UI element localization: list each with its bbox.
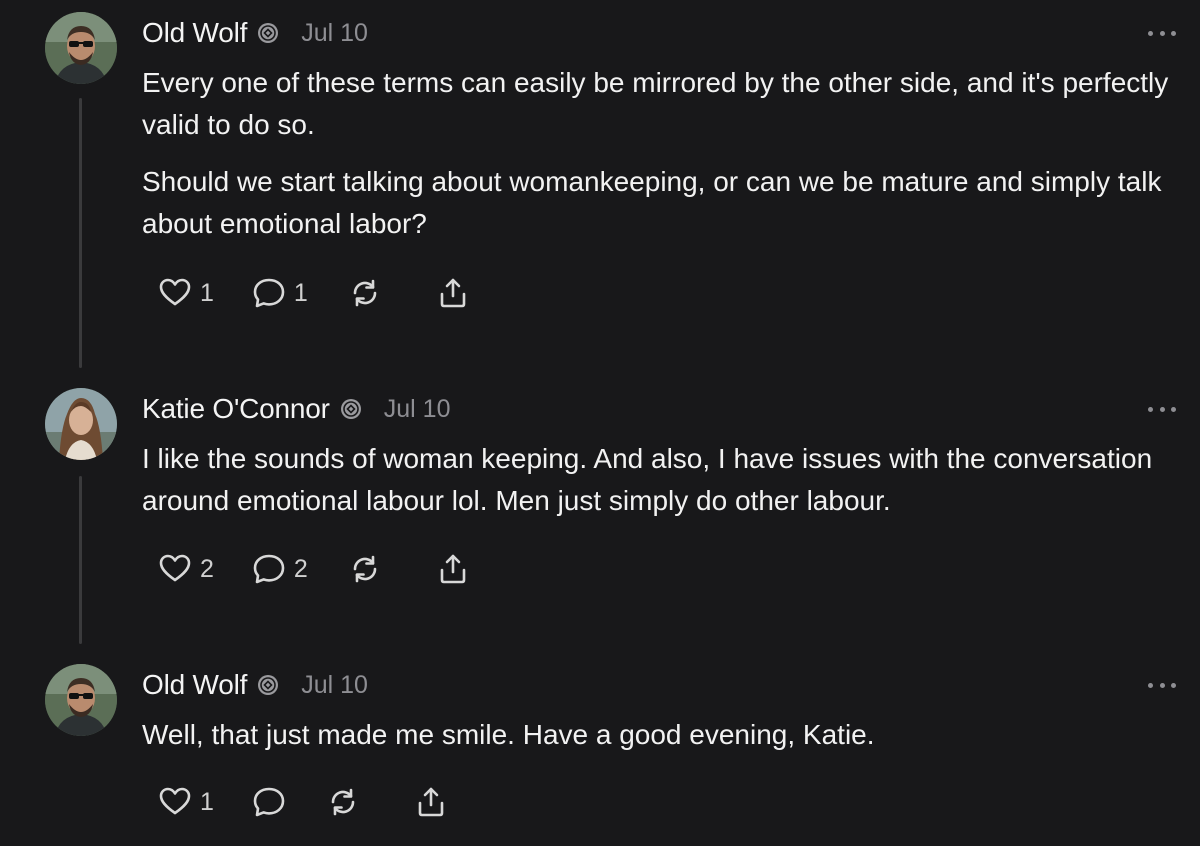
post-actions: 1 1: [158, 273, 470, 313]
author-name[interactable]: Katie O'Connor: [142, 393, 330, 425]
thread-connector-line: [79, 476, 82, 644]
post-body: I like the sounds of woman keeping. And …: [142, 438, 1182, 537]
share-icon: [440, 554, 466, 584]
verified-badge-icon: [257, 674, 279, 696]
repost-icon: [353, 279, 377, 307]
post-actions: 1: [158, 782, 448, 822]
reply-count: 1: [293, 278, 308, 307]
post-header: Katie O'Connor Jul 10: [142, 389, 450, 429]
reply-count: 2: [293, 554, 308, 583]
share-button[interactable]: [436, 552, 470, 586]
comment-icon: [253, 787, 285, 817]
reply-button[interactable]: [252, 785, 286, 819]
author-name[interactable]: Old Wolf: [142, 669, 247, 701]
more-options-icon[interactable]: [1148, 678, 1176, 692]
post-date[interactable]: Jul 10: [301, 671, 368, 700]
post-header: Old Wolf Jul 10: [142, 13, 368, 53]
like-button[interactable]: 1: [158, 276, 214, 310]
repost-button[interactable]: [348, 552, 382, 586]
thread-connector-line: [79, 98, 82, 368]
avatar[interactable]: [45, 664, 117, 736]
post-paragraph: I like the sounds of woman keeping. And …: [142, 443, 1153, 516]
reply-button[interactable]: 1: [252, 276, 308, 310]
heart-icon: [159, 787, 191, 815]
like-count: 1: [200, 787, 214, 816]
like-count: 1: [200, 278, 214, 307]
heart-icon: [159, 278, 191, 306]
share-icon: [418, 787, 444, 817]
like-button[interactable]: 1: [158, 785, 214, 819]
share-icon: [440, 278, 466, 308]
post-paragraph: Should we start talking about womankeepi…: [142, 166, 1162, 239]
avatar-image: [45, 12, 117, 84]
heart-icon: [159, 554, 191, 582]
author-name[interactable]: Old Wolf: [142, 17, 247, 49]
repost-button[interactable]: [348, 276, 382, 310]
post-actions: 2 2: [158, 549, 470, 589]
comment-icon: [253, 278, 285, 308]
like-count: 2: [200, 554, 214, 583]
reply-button[interactable]: 2: [252, 552, 308, 586]
post-body: Well, that just made me smile. Have a go…: [142, 714, 1182, 771]
avatar-image: [45, 664, 117, 736]
post-paragraph: Well, that just made me smile. Have a go…: [142, 719, 875, 750]
avatar[interactable]: [45, 388, 117, 460]
repost-icon: [331, 788, 355, 816]
more-options-icon[interactable]: [1148, 26, 1176, 40]
post-paragraph: Every one of these terms can easily be m…: [142, 67, 1169, 140]
post-date[interactable]: Jul 10: [301, 19, 368, 48]
thread: Old Wolf Jul 10 Every one of these terms…: [0, 0, 1200, 846]
share-button[interactable]: [414, 785, 448, 819]
comment-icon: [253, 554, 285, 584]
repost-icon: [353, 555, 377, 583]
post-date[interactable]: Jul 10: [384, 395, 451, 424]
post-header: Old Wolf Jul 10: [142, 665, 368, 705]
like-button[interactable]: 2: [158, 552, 214, 586]
post-body: Every one of these terms can easily be m…: [142, 62, 1182, 260]
share-button[interactable]: [436, 276, 470, 310]
avatar[interactable]: [45, 12, 117, 84]
verified-badge-icon: [340, 398, 362, 420]
repost-button[interactable]: [326, 785, 360, 819]
verified-badge-icon: [257, 22, 279, 44]
avatar-image: [45, 388, 117, 460]
more-options-icon[interactable]: [1148, 402, 1176, 416]
